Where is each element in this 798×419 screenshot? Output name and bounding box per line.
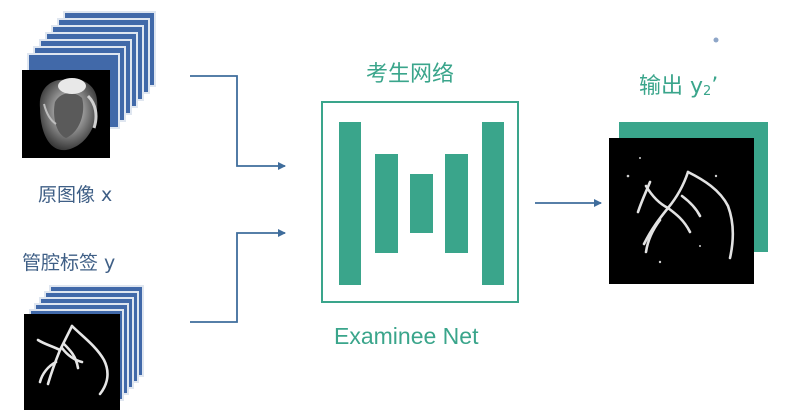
cardiac-ct-image — [22, 70, 110, 158]
net-layer-4 — [445, 154, 468, 253]
output-mask-image — [609, 138, 754, 284]
network-title: 考生网络 — [366, 62, 455, 87]
vessel-mask-image — [24, 314, 120, 410]
output-label-subscript: 2 — [703, 84, 712, 99]
vessel-labels-label: 管腔标签 y — [22, 252, 116, 274]
source-images-label: 原图像 x — [38, 184, 113, 206]
decorative-dot — [713, 37, 719, 43]
arrow-source-to-net — [190, 75, 286, 170]
output-label-suffix: ’ — [711, 74, 719, 99]
output-label: 输出 y2’ — [639, 68, 718, 100]
output-label-prefix: 输出 y — [639, 74, 704, 99]
diagram: 原图像 x 管腔标签 y 考生网络 Examinee Net 输出 y2’ — [0, 0, 798, 415]
net-layer-2 — [375, 154, 398, 253]
net-layer-5 — [482, 122, 504, 285]
examinee-net-box — [321, 101, 519, 303]
arrow-labels-to-net — [190, 229, 286, 323]
network-name: Examinee Net — [334, 323, 479, 349]
net-layer-3 — [410, 174, 433, 233]
net-layer-1 — [339, 122, 361, 285]
